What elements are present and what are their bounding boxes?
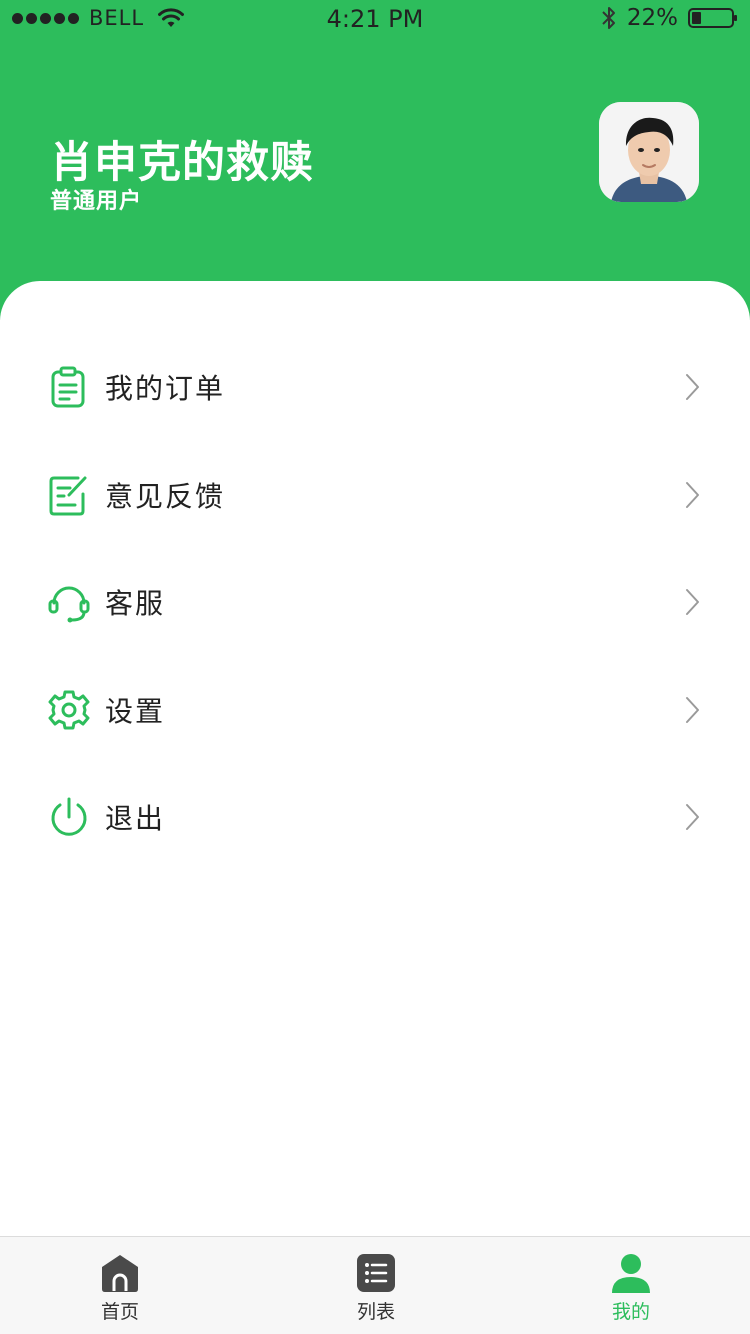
tab-label: 我的: [611, 1301, 650, 1323]
feedback-edit-icon: [49, 476, 87, 516]
chevron-right-icon: [686, 589, 699, 615]
power-icon: [51, 797, 87, 836]
menu-item-label: 设置: [105, 695, 166, 728]
clipboard-icon: [51, 366, 85, 408]
avatar-portrait: [599, 102, 699, 202]
menu-item-settings[interactable]: 设置: [0, 656, 750, 764]
profile-header: BELL 4:21 PM 22% 肖申克的救赎 普通用户: [0, 0, 750, 320]
tab-mine[interactable]: 我的: [561, 1237, 701, 1334]
home-icon: [102, 1255, 138, 1292]
tab-list[interactable]: 列表: [306, 1237, 446, 1334]
user-icon: [612, 1254, 650, 1293]
menu-item-customer-service[interactable]: 客服: [0, 548, 750, 656]
headset-icon: [48, 586, 90, 623]
tab-home[interactable]: 首页: [50, 1237, 190, 1334]
menu-card: 我的订单 意见反馈 客服 设置 退出: [0, 281, 750, 1236]
user-role: 普通用户: [50, 189, 143, 214]
menu-item-orders[interactable]: 我的订单: [0, 333, 750, 441]
battery-icon: [688, 8, 737, 28]
tab-label: 列表: [356, 1301, 395, 1323]
gear-icon: [48, 690, 90, 730]
menu-item-feedback[interactable]: 意见反馈: [0, 441, 750, 549]
tab-label: 首页: [100, 1301, 139, 1323]
menu-item-label: 客服: [105, 587, 166, 620]
chevron-right-icon: [686, 697, 699, 723]
menu-item-label: 我的订单: [105, 372, 226, 405]
chevron-right-icon: [686, 374, 699, 400]
bluetooth-icon: [602, 7, 615, 29]
menu-item-logout[interactable]: 退出: [0, 763, 750, 871]
chevron-right-icon: [686, 804, 699, 830]
status-right: 22%: [601, 5, 738, 31]
user-name: 肖申克的救赎: [50, 138, 314, 188]
menu-item-label: 意见反馈: [105, 480, 226, 513]
battery-percentage: 22%: [626, 5, 678, 31]
list-icon: [357, 1254, 395, 1292]
chevron-right-icon: [686, 482, 699, 508]
status-bar: BELL 4:21 PM 22%: [0, 0, 750, 40]
menu-item-label: 退出: [105, 802, 166, 835]
bottom-tab-bar: 首页 列表 我的: [0, 1236, 750, 1334]
avatar[interactable]: [599, 102, 699, 202]
